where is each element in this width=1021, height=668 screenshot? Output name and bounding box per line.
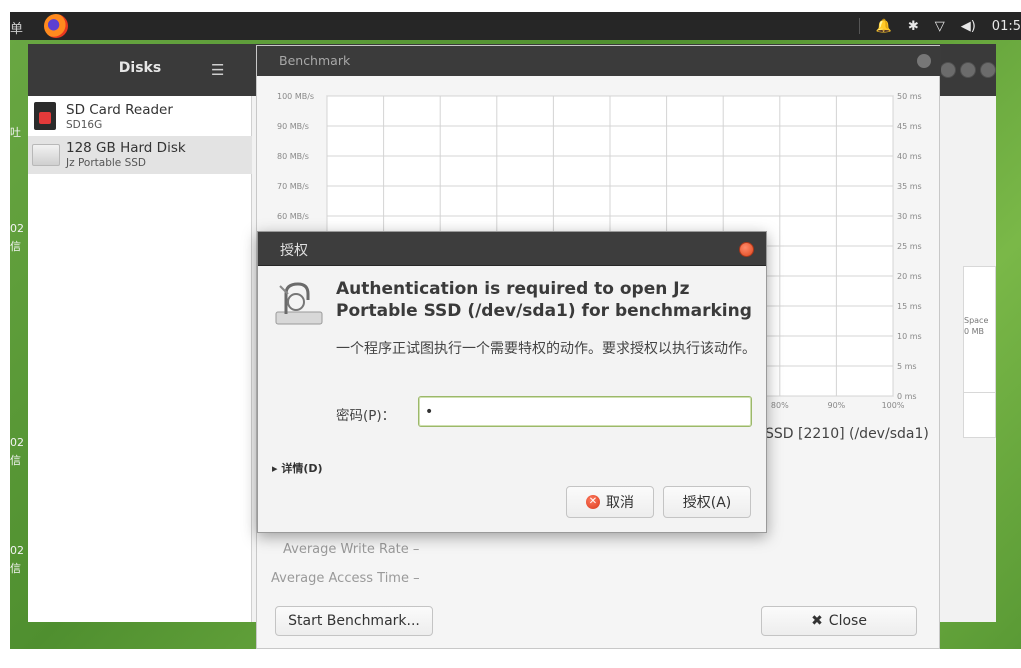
notification-bell-icon[interactable]: 🔔 xyxy=(876,19,892,34)
volume-map-fragment xyxy=(963,392,996,438)
bluetooth-icon[interactable]: ✱ xyxy=(908,19,919,34)
password-input[interactable] xyxy=(418,396,752,427)
dialog-description: 一个程序正试图执行一个需要特权的动作。要求授权以执行该动作。 xyxy=(336,341,756,357)
left-axis-tick-label: 90 MB/s xyxy=(277,122,309,131)
right-axis-tick-label: 30 ms xyxy=(897,212,922,221)
stat-value: – xyxy=(412,542,420,557)
stat-value: – xyxy=(413,571,420,586)
system-tray[interactable]: 🔔 ✱ ▽ ◀︎) 01:5 xyxy=(858,12,1021,40)
right-axis-tick-label: 40 ms xyxy=(897,152,922,161)
device-sidebar: SD Card Reader SD16G 128 GB Hard Disk Jz… xyxy=(28,96,252,622)
stat-label: Average Access Time xyxy=(271,571,409,586)
button-label: Close xyxy=(828,613,867,629)
close-icon[interactable] xyxy=(917,54,931,68)
details-expander[interactable]: ▸ 详情(D) xyxy=(272,460,323,476)
benchmark-title: Benchmark xyxy=(279,53,351,68)
volume-icon[interactable]: ◀︎) xyxy=(961,19,976,34)
right-axis-tick-label: 0 ms xyxy=(897,392,917,401)
button-label: Start Benchmark... xyxy=(288,613,420,629)
activities-label[interactable]: 单 xyxy=(10,18,23,37)
device-item-hard-disk[interactable]: 128 GB Hard Disk Jz Portable SSD xyxy=(28,136,252,174)
desktop-icon-label[interactable]: 吐 xyxy=(10,124,24,140)
close-button[interactable]: ✖ Close xyxy=(761,606,917,636)
right-axis-tick-label: 25 ms xyxy=(897,242,922,251)
x-axis-tick-label: 80% xyxy=(771,401,789,410)
average-write-rate: Average Write Rate – xyxy=(283,542,419,557)
desktop-icon-label[interactable]: 信 xyxy=(10,560,24,576)
device-subtitle: SD16G xyxy=(66,119,103,131)
right-axis-tick-label: 35 ms xyxy=(897,182,922,191)
device-name: 128 GB Hard Disk xyxy=(66,140,186,156)
desktop-icon-label[interactable]: 02 xyxy=(10,222,24,235)
dialog-title-bar: 授权 xyxy=(258,232,766,266)
desktop-icon-label[interactable]: 02 xyxy=(10,544,24,557)
cancel-button[interactable]: ✕ 取消 xyxy=(566,486,654,518)
dialog-heading: Authentication is required to open Jz Po… xyxy=(336,279,752,321)
hard-disk-icon xyxy=(32,144,60,166)
hamburger-menu-icon[interactable]: ☰ xyxy=(211,61,224,79)
right-axis-tick-label: 5 ms xyxy=(897,362,917,371)
minimize-icon[interactable] xyxy=(940,62,956,78)
left-axis-tick-label: 60 MB/s xyxy=(277,212,309,221)
firefox-icon[interactable] xyxy=(44,14,68,38)
authenticate-button[interactable]: 授权(A) xyxy=(663,486,751,518)
desktop-icon-label[interactable]: 02 xyxy=(10,436,24,449)
drive-label: SSD [2210] (/dev/sda1) xyxy=(765,426,929,442)
left-axis-tick-label: 100 MB/s xyxy=(277,92,314,101)
desktop-icon-label[interactable]: 信 xyxy=(10,238,24,254)
dialog-title: 授权 xyxy=(280,243,308,259)
average-access-time: Average Access Time – xyxy=(271,571,420,586)
button-label: 取消 xyxy=(606,495,634,511)
right-axis-tick-label: 45 ms xyxy=(897,122,922,131)
right-axis-tick-label: 15 ms xyxy=(897,302,922,311)
button-label: 授权(A) xyxy=(682,495,732,511)
right-axis-tick-label: 50 ms xyxy=(897,92,922,101)
close-icon[interactable] xyxy=(739,242,754,257)
close-x-icon: ✖ xyxy=(811,613,823,629)
device-subtitle: Jz Portable SSD xyxy=(66,157,146,169)
maximize-icon[interactable] xyxy=(960,62,976,78)
volume-fragment-text: Space xyxy=(964,316,989,325)
close-icon[interactable] xyxy=(980,62,996,78)
device-item-sd-card[interactable]: SD Card Reader SD16G xyxy=(28,98,252,136)
x-axis-tick-label: 90% xyxy=(828,401,846,410)
device-name: SD Card Reader xyxy=(66,102,173,118)
start-benchmark-button[interactable]: Start Benchmark... xyxy=(275,606,433,636)
top-bar: 单 🔔 ✱ ▽ ◀︎) 01:5 xyxy=(10,12,1021,40)
desktop-icon-label[interactable]: 信 xyxy=(10,452,24,468)
right-axis-tick-label: 10 ms xyxy=(897,332,922,341)
password-label: 密码(P)： xyxy=(336,408,396,424)
authentication-key-icon xyxy=(275,282,323,325)
benchmark-header-bar: Benchmark xyxy=(257,46,941,76)
clock[interactable]: 01:5 xyxy=(992,19,1021,34)
window-controls xyxy=(940,62,996,78)
authentication-dialog: 授权 Authentication is required to open Jz… xyxy=(257,231,767,533)
volume-fragment-text: 0 MB xyxy=(964,327,985,336)
left-axis-tick-label: 70 MB/s xyxy=(277,182,309,191)
right-axis-tick-label: 20 ms xyxy=(897,272,922,281)
cancel-icon: ✕ xyxy=(586,495,600,509)
x-axis-tick-label: 100% xyxy=(882,401,905,410)
wifi-icon[interactable]: ▽ xyxy=(935,19,945,34)
left-axis-tick-label: 80 MB/s xyxy=(277,152,309,161)
tray-separator xyxy=(858,18,860,34)
sd-card-icon xyxy=(34,102,56,130)
stat-label: Average Write Rate xyxy=(283,542,409,557)
volume-map-fragment: Space 0 MB xyxy=(963,266,996,394)
